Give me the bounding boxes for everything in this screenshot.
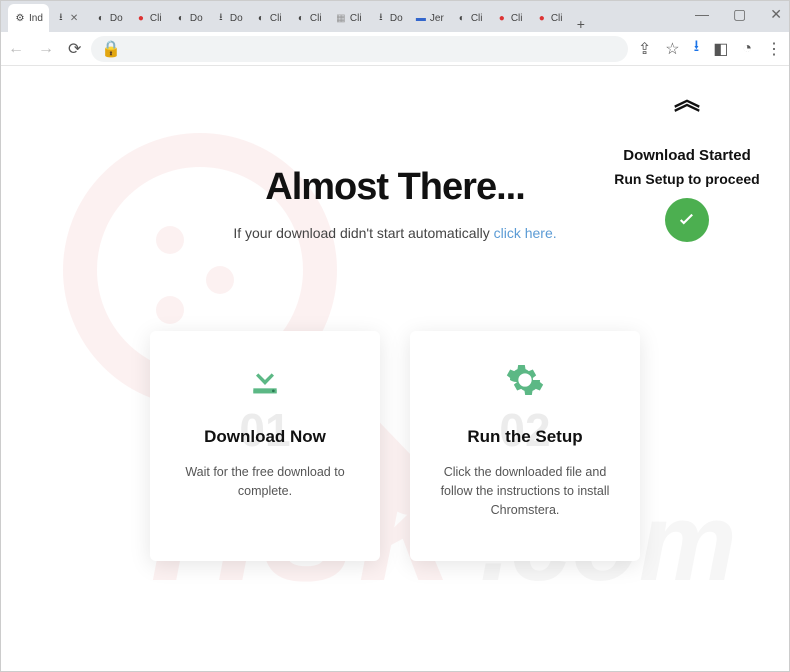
share-icon[interactable]: ⇪: [638, 39, 651, 59]
window-controls: — ▢ ✕: [695, 6, 782, 23]
cards-row: 01 Download Now Wait for the free downlo…: [40, 331, 750, 561]
address-bar[interactable]: 🔒: [91, 36, 627, 62]
download-icon: ⭳: [375, 12, 387, 24]
tab-strip: ⚙ Ind ⭳ ✕ ◐Do ●Cli ◐Do ⭳Do ◐Cli ◐Cli ▦Cl…: [0, 0, 790, 32]
profile-icon[interactable]: ◔: [742, 40, 752, 58]
forward-icon[interactable]: →: [38, 40, 54, 58]
gear-icon: ⚙: [14, 12, 26, 24]
click-here-link[interactable]: click here.: [494, 225, 557, 241]
tab-label: Cli: [350, 13, 362, 24]
card-title: Run the Setup: [428, 427, 622, 447]
tab-close-icon[interactable]: ✕: [70, 13, 78, 24]
card-title: Download Now: [168, 427, 362, 447]
card-body: Click the downloaded file and follow the…: [428, 463, 622, 519]
tab-label: Cli: [270, 13, 282, 24]
download-arrow-icon: [168, 357, 362, 403]
tab[interactable]: ◐Do: [169, 4, 209, 32]
tab[interactable]: ◐Do: [89, 4, 129, 32]
page-content: ︽ Download Started Run Setup to proceed …: [0, 66, 790, 561]
tab[interactable]: ⭳Do: [369, 4, 409, 32]
tab-label: Do: [110, 13, 123, 24]
card-setup: 02 Run the Setup Click the downloaded fi…: [410, 331, 640, 561]
window-minimize-icon[interactable]: —: [695, 6, 709, 23]
tab[interactable]: ⭳Do: [209, 4, 249, 32]
downloads-icon[interactable]: ⭳: [694, 35, 700, 62]
spinner-icon: ◐: [175, 12, 187, 24]
blue-icon: ▬: [415, 12, 427, 24]
browser-toolbar: ← → ⟳ 🔒 ⇪ ☆ ⭳ ◧ ◔ ⋮: [0, 32, 790, 66]
spinner-icon: ◐: [95, 12, 107, 24]
tab[interactable]: ●Cli: [490, 4, 530, 32]
tab-label: Cli: [310, 13, 322, 24]
spinner-icon: ◐: [255, 12, 267, 24]
download-started-text: Download Started: [612, 147, 762, 164]
gray-icon: ▦: [335, 12, 347, 24]
tab-label: Cli: [471, 13, 483, 24]
chevron-up-icon: ︽: [612, 80, 762, 117]
tab-label: Jer: [430, 13, 444, 24]
spinner-icon: ◐: [295, 12, 307, 24]
check-badge-icon: [665, 198, 709, 242]
tab[interactable]: ▬Jer: [409, 4, 450, 32]
tab[interactable]: ●Cli: [530, 4, 570, 32]
menu-icon[interactable]: ⋮: [766, 39, 782, 59]
tab-label: Ind: [29, 13, 43, 24]
tab[interactable]: ▦Cli: [329, 4, 369, 32]
red-dot-icon: ●: [135, 12, 147, 24]
spinner-icon: ◐: [456, 12, 468, 24]
tab-label: Do: [190, 13, 203, 24]
card-body: Wait for the free download to complete.: [168, 463, 362, 501]
download-status-panel: ︽ Download Started Run Setup to proceed: [612, 80, 762, 242]
tab[interactable]: ◐Cli: [289, 4, 329, 32]
card-download: 01 Download Now Wait for the free downlo…: [150, 331, 380, 561]
tab[interactable]: ●Cli: [129, 4, 169, 32]
run-setup-text: Run Setup to proceed: [612, 170, 762, 188]
tab-label: Do: [230, 13, 243, 24]
subtitle-text: If your download didn't start automatica…: [233, 225, 493, 241]
tab-active[interactable]: ⚙ Ind: [8, 4, 49, 32]
red-dot-icon: ●: [536, 12, 548, 24]
star-icon[interactable]: ☆: [665, 39, 679, 59]
window-close-icon[interactable]: ✕: [770, 6, 782, 23]
tab[interactable]: ◐Cli: [450, 4, 490, 32]
back-icon[interactable]: ←: [8, 40, 24, 58]
tab[interactable]: ◐Cli: [249, 4, 289, 32]
tab-label: Cli: [511, 13, 523, 24]
lock-icon: 🔒: [101, 39, 121, 59]
reload-icon[interactable]: ⟳: [68, 39, 81, 59]
tab-label: Do: [390, 13, 403, 24]
red-dot-icon: ●: [496, 12, 508, 24]
tab-label: Cli: [551, 13, 563, 24]
tab[interactable]: ⭳ ✕: [49, 4, 89, 32]
download-icon: ⭳: [215, 12, 227, 24]
gear-icon: [428, 357, 622, 403]
new-tab-button[interactable]: +: [570, 16, 592, 32]
extensions-icon[interactable]: ◧: [713, 39, 728, 59]
window-maximize-icon[interactable]: ▢: [733, 6, 746, 23]
download-icon: ⭳: [55, 12, 67, 24]
tab-label: Cli: [150, 13, 162, 24]
